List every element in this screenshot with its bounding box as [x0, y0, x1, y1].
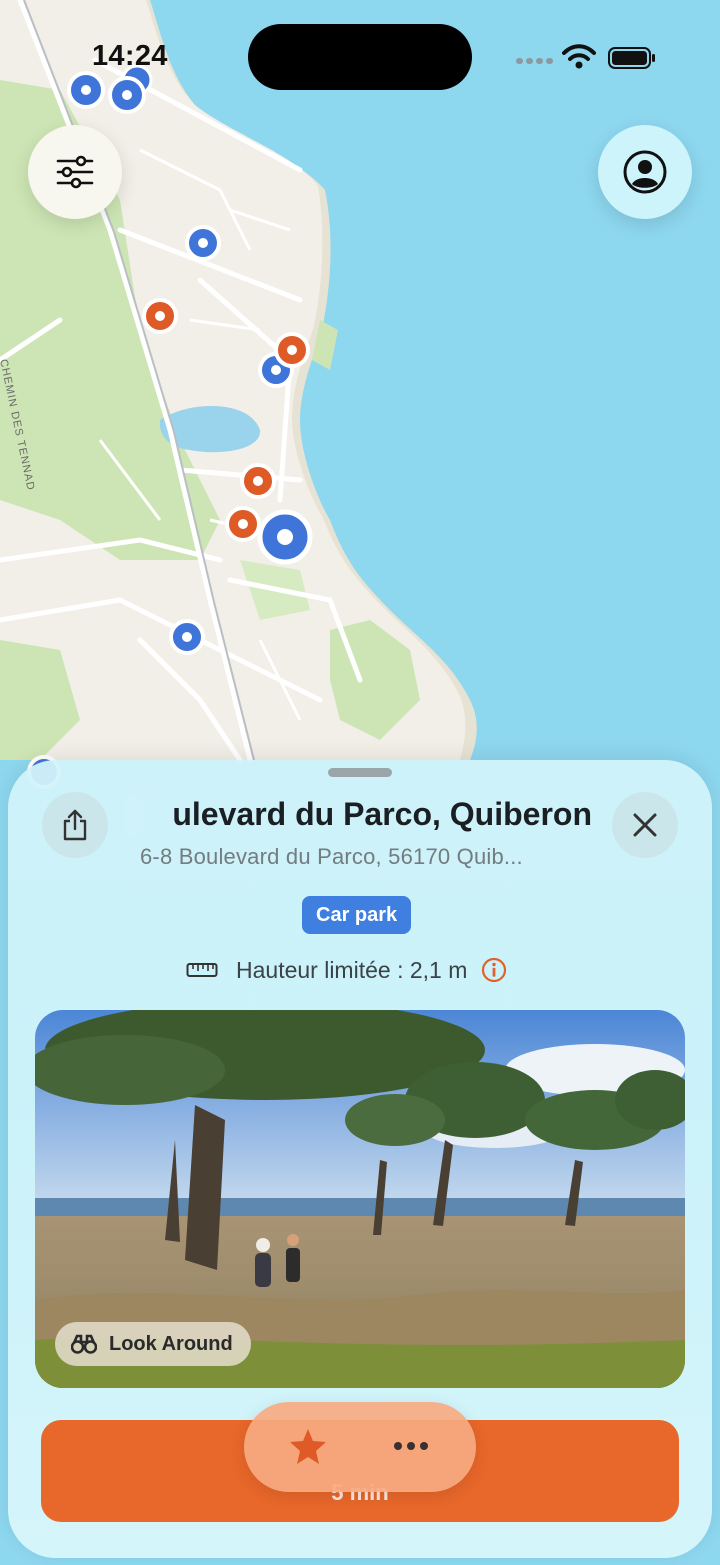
status-time: 14:24 — [92, 40, 168, 72]
close-icon — [633, 813, 657, 837]
status-bar: 14:24 — [0, 0, 720, 110]
height-limit-text: Hauteur limitée : 2,1 m — [236, 956, 468, 983]
share-button[interactable] — [42, 792, 108, 858]
profile-button[interactable] — [598, 125, 692, 219]
sliders-icon — [56, 155, 94, 189]
map-pin-selected[interactable] — [257, 509, 313, 565]
binoculars-icon — [71, 1334, 97, 1354]
battery-icon — [608, 47, 655, 69]
map-pin-orange[interactable] — [240, 463, 276, 499]
info-icon[interactable] — [481, 957, 507, 983]
place-detail-sheet[interactable]: ulevard du Parco, Quiberon 6-8 Boulevard… — [8, 760, 712, 1558]
category-badge: Car park — [302, 896, 412, 934]
map-pin-orange[interactable] — [274, 332, 310, 368]
close-button[interactable] — [612, 792, 678, 858]
look-around-label: Look Around — [109, 1332, 233, 1355]
place-title: ulevard du Parco, Quiberon — [172, 796, 592, 832]
sheet-grabber[interactable] — [328, 768, 392, 777]
height-limit-row: Hauteur limitée : 2,1 m — [186, 952, 507, 988]
share-icon — [63, 809, 87, 841]
signal-icon — [516, 58, 553, 64]
map-pin-orange[interactable] — [225, 506, 261, 542]
star-icon[interactable] — [288, 1426, 328, 1466]
title-fade — [126, 794, 166, 838]
more-icon[interactable] — [394, 1442, 428, 1450]
ruler-icon — [186, 963, 218, 977]
map-pin-orange[interactable] — [142, 298, 178, 334]
actions-pill[interactable] — [244, 1402, 476, 1492]
map-pin-blue[interactable] — [169, 619, 205, 655]
filter-button[interactable] — [28, 125, 122, 219]
place-address: 6-8 Boulevard du Parco, 56170 Quib... — [140, 844, 523, 869]
look-around-preview[interactable]: Look Around — [35, 1010, 685, 1388]
wifi-icon — [562, 44, 596, 69]
person-circle-icon — [623, 150, 667, 194]
map-pin-blue[interactable] — [185, 225, 221, 261]
look-around-button[interactable]: Look Around — [55, 1322, 251, 1366]
dynamic-island — [248, 24, 472, 90]
